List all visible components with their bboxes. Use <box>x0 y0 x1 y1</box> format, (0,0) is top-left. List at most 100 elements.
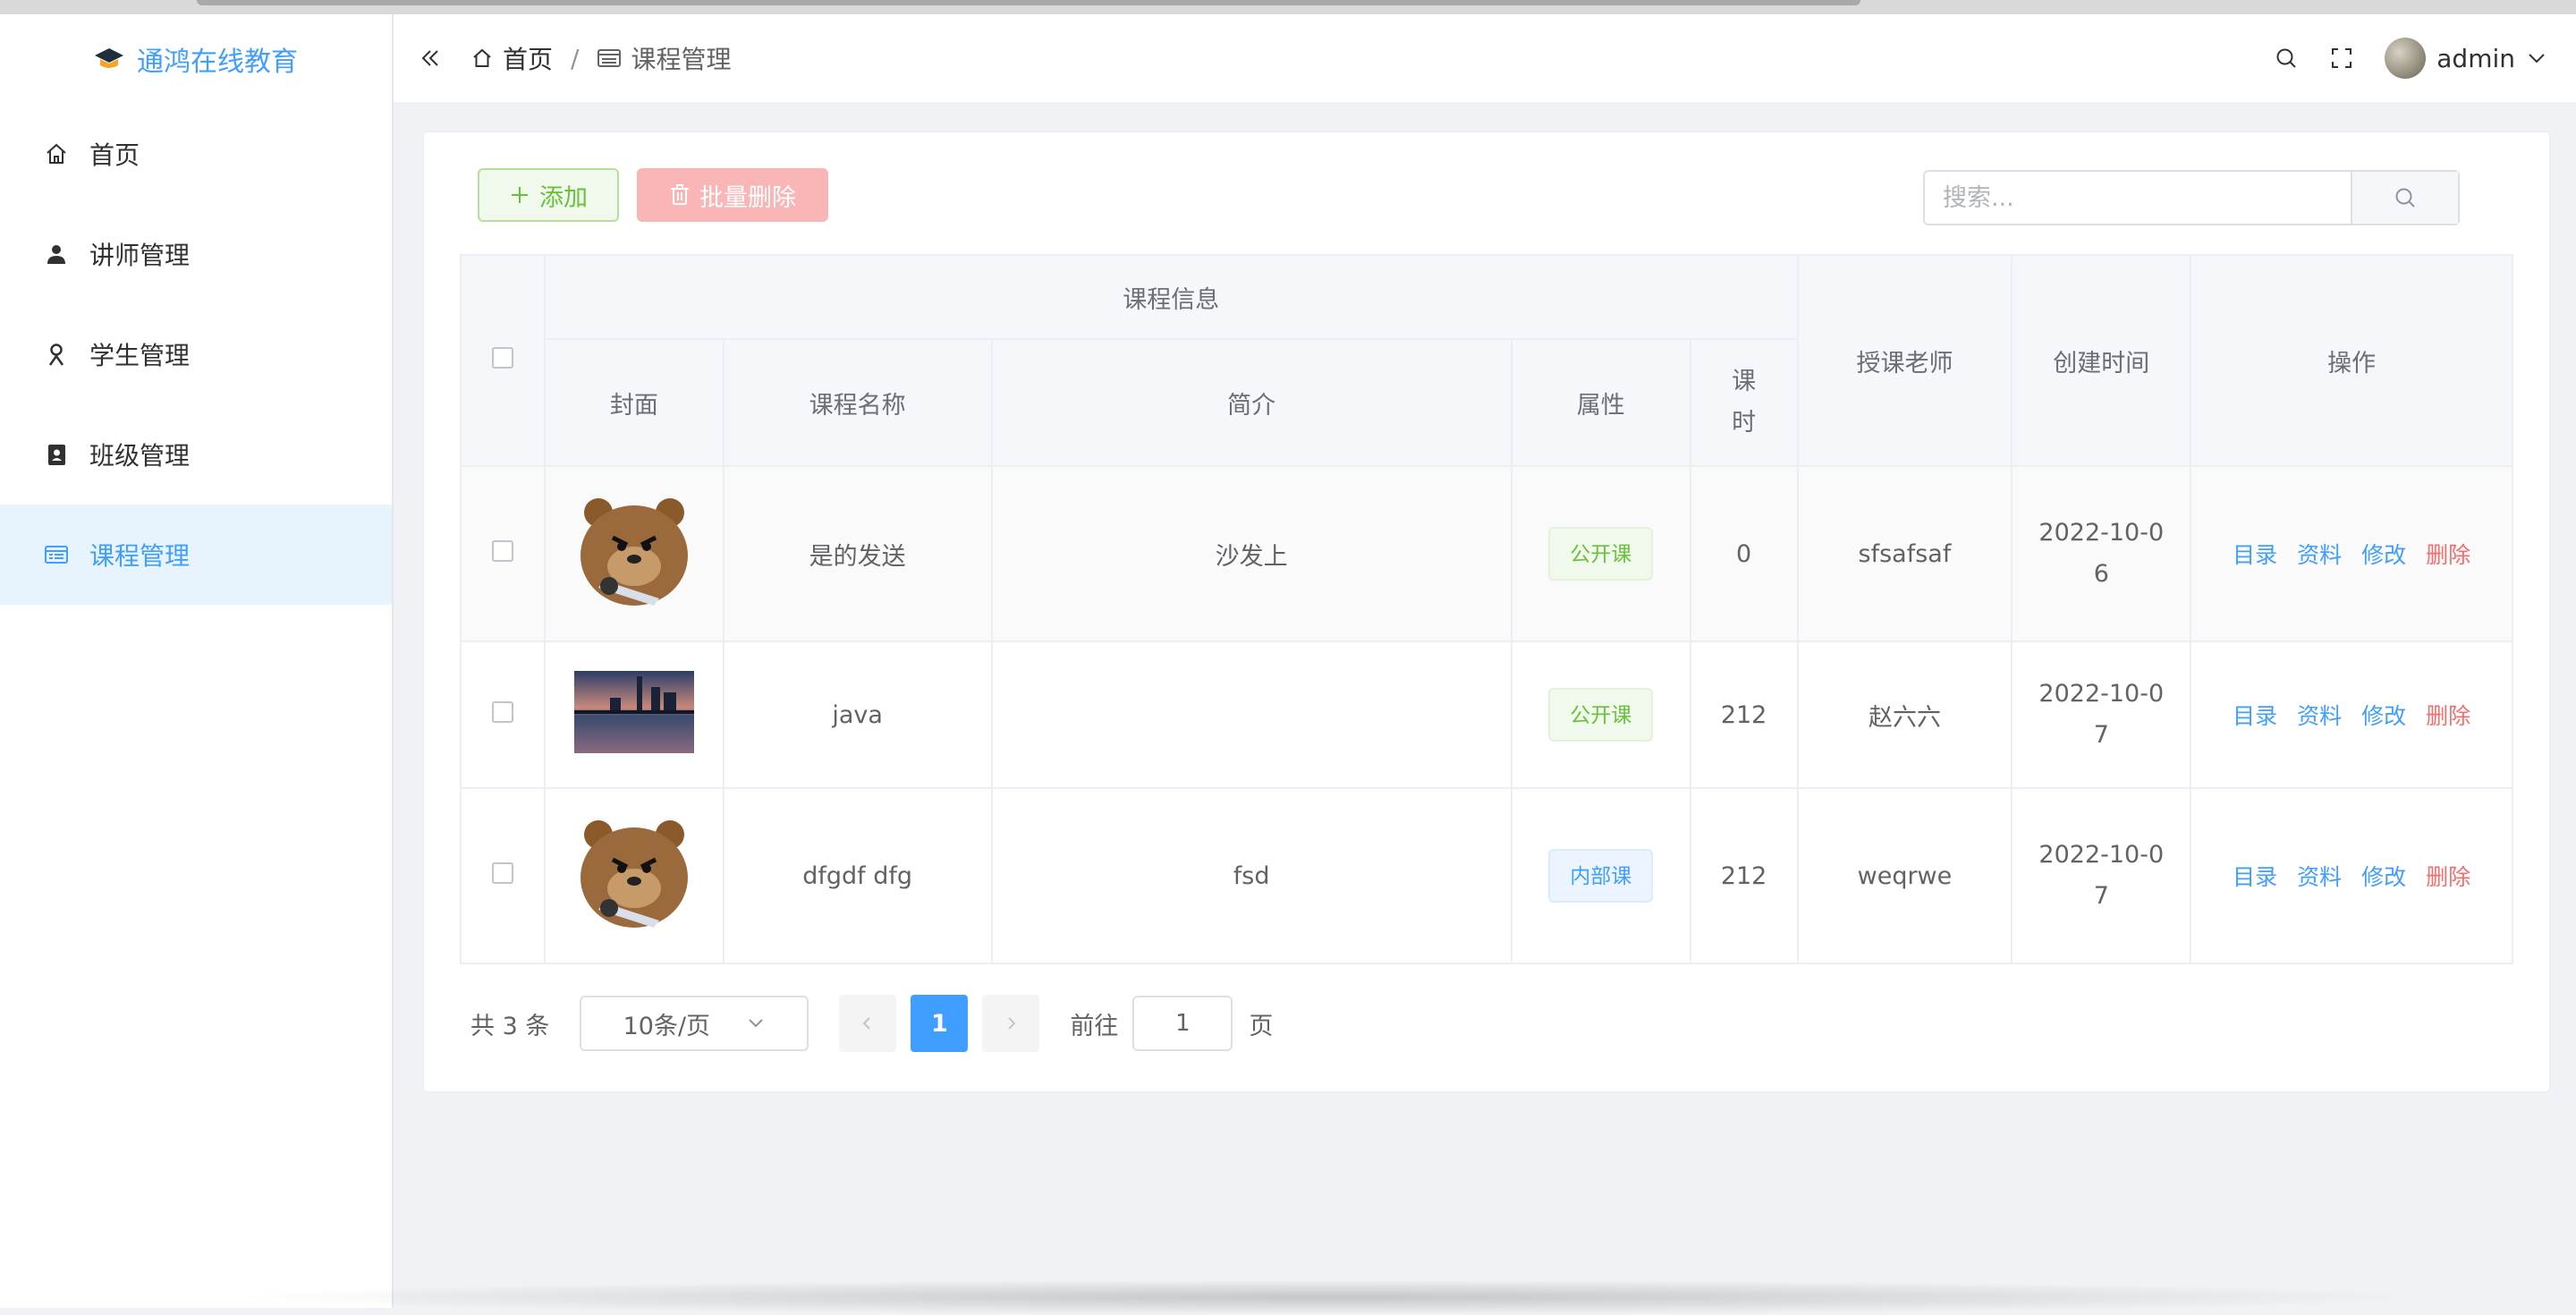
sidebar-item-teachers[interactable]: 讲师管理 <box>0 204 392 304</box>
page-number[interactable]: 1 <box>911 995 969 1052</box>
header-hours: 课 时 <box>1689 338 1799 467</box>
course-created: 2022-10-0 6 <box>2011 465 2192 642</box>
course-hours: 212 <box>1689 641 1799 789</box>
brand-name: 通鸿在线教育 <box>137 47 298 78</box>
sidebar-item-label: 首页 <box>89 140 140 170</box>
pagination: 共 3 条 10条/页 1 前往 页 <box>470 995 1273 1052</box>
chevron-down-icon <box>749 1019 763 1028</box>
course-intro: fsd <box>990 787 1513 964</box>
sidebar-item-label: 讲师管理 <box>89 241 191 270</box>
browser-top-strip <box>0 0 2576 14</box>
search-box <box>1923 170 2460 225</box>
edit-link[interactable]: 修改 <box>2361 860 2406 892</box>
goto-page-input[interactable] <box>1132 996 1233 1051</box>
chevron-right-icon <box>1008 1017 1016 1030</box>
created-line: 7 <box>2093 882 2109 910</box>
next-page-button[interactable] <box>982 995 1040 1052</box>
breadcrumb: 首页 / 课程管理 <box>470 40 731 76</box>
select-all-cell <box>460 254 546 467</box>
attr-tag: 公开课 <box>1548 527 1654 581</box>
sidebar-item-courses[interactable]: 课程管理 <box>0 505 392 605</box>
header-ops: 操作 <box>2190 254 2513 467</box>
header-intro: 简介 <box>990 338 1513 467</box>
catalog-link[interactable]: 目录 <box>2233 860 2277 892</box>
header-attr: 属性 <box>1510 338 1691 467</box>
page-size-value: 10条/页 <box>623 1012 711 1040</box>
search-icon[interactable] <box>2274 46 2299 71</box>
user-icon <box>47 245 65 264</box>
sidebar-item-students[interactable]: 学生管理 <box>0 304 392 404</box>
search-button[interactable] <box>2351 172 2458 224</box>
user-menu[interactable]: admin <box>2385 38 2547 79</box>
course-intro: 沙发上 <box>990 465 1513 642</box>
page-size-select[interactable]: 10条/页 <box>580 996 809 1051</box>
header-name: 课程名称 <box>722 338 993 467</box>
sidebar: 通鸿在线教育 首页 讲师管理 学生管理 班级管理 课程管理 <box>0 14 394 1308</box>
catalog-link[interactable]: 目录 <box>2233 699 2277 731</box>
sidebar-item-label: 学生管理 <box>89 341 191 370</box>
student-icon <box>48 344 64 366</box>
created-line: 7 <box>2093 721 2109 749</box>
avatar <box>2385 38 2427 79</box>
material-link[interactable]: 资料 <box>2297 538 2342 570</box>
username: admin <box>2436 43 2515 73</box>
sidebar-item-label: 课程管理 <box>89 541 191 571</box>
contacts-icon <box>48 445 65 465</box>
search-icon <box>2395 188 2415 208</box>
trash-icon <box>671 184 689 205</box>
course-teacher: 赵六六 <box>1796 641 2013 789</box>
course-teacher: sfsafsaf <box>1796 465 2013 642</box>
select-all-checkbox[interactable] <box>491 346 513 369</box>
header-teacher: 授课老师 <box>1796 254 2013 467</box>
course-list-card: 添加 批量删除 课程信息 授课老师 创建时间 操作 封面 课程名称 简介 <box>422 131 2551 1093</box>
material-link[interactable]: 资料 <box>2297 699 2342 731</box>
row-checkbox[interactable] <box>491 539 513 562</box>
bear-cover-image <box>580 819 688 928</box>
graduation-cap-icon <box>95 48 123 68</box>
cityscape-cover-image <box>573 670 694 753</box>
search-input[interactable] <box>1925 172 2351 224</box>
fullscreen-icon[interactable] <box>2329 46 2354 71</box>
created-line: 2022-10-0 <box>2038 841 2165 869</box>
brand-logo[interactable]: 通鸿在线教育 <box>0 14 392 104</box>
course-teacher: weqrwe <box>1796 787 2013 964</box>
attr-tag: 公开课 <box>1548 688 1654 742</box>
add-button[interactable]: 添加 <box>478 168 619 222</box>
sidebar-item-classes[interactable]: 班级管理 <box>0 404 392 505</box>
header-cover: 封面 <box>543 338 724 467</box>
plus-icon <box>512 187 528 203</box>
sidebar-item-home[interactable]: 首页 <box>0 104 392 204</box>
course-hours: 0 <box>1689 465 1799 642</box>
prev-page-button[interactable] <box>839 995 897 1052</box>
table-row: java 公开课 212 赵六六 2022-10-0 7 目录 资料 修改 删除 <box>460 641 2513 789</box>
attr-tag: 内部课 <box>1548 849 1654 903</box>
batch-delete-label: 批量删除 <box>699 183 796 212</box>
course-name: java <box>722 641 993 789</box>
breadcrumb-home[interactable]: 首页 <box>503 40 553 76</box>
delete-link[interactable]: 删除 <box>2426 699 2470 731</box>
goto-label: 前往 <box>1070 1012 1119 1040</box>
course-created: 2022-10-0 7 <box>2011 787 2192 964</box>
collapse-sidebar-icon[interactable] <box>419 47 442 70</box>
browser-scroll-indicator <box>197 0 1860 5</box>
batch-delete-button[interactable]: 批量删除 <box>637 168 828 222</box>
list-icon <box>597 49 622 67</box>
course-name: dfgdf dfg <box>722 787 993 964</box>
table-row: dfgdf dfg fsd 内部课 212 weqrwe 2022-10-0 7… <box>460 787 2513 964</box>
created-line: 2022-10-0 <box>2038 680 2165 708</box>
edit-link[interactable]: 修改 <box>2361 699 2406 731</box>
chevron-left-icon <box>862 1017 871 1030</box>
delete-link[interactable]: 删除 <box>2426 538 2470 570</box>
material-link[interactable]: 资料 <box>2297 860 2342 892</box>
course-hours: 212 <box>1689 787 1799 964</box>
breadcrumb-separator: / <box>571 43 580 73</box>
row-checkbox[interactable] <box>491 861 513 884</box>
total-count: 共 3 条 <box>470 1012 550 1040</box>
row-checkbox[interactable] <box>491 700 513 723</box>
delete-link[interactable]: 删除 <box>2426 860 2470 892</box>
created-line: 6 <box>2093 560 2109 588</box>
top-header: 首页 / 课程管理 admin <box>394 14 2576 102</box>
page-unit-label: 页 <box>1249 1012 1274 1040</box>
edit-link[interactable]: 修改 <box>2361 538 2406 570</box>
catalog-link[interactable]: 目录 <box>2233 538 2277 570</box>
